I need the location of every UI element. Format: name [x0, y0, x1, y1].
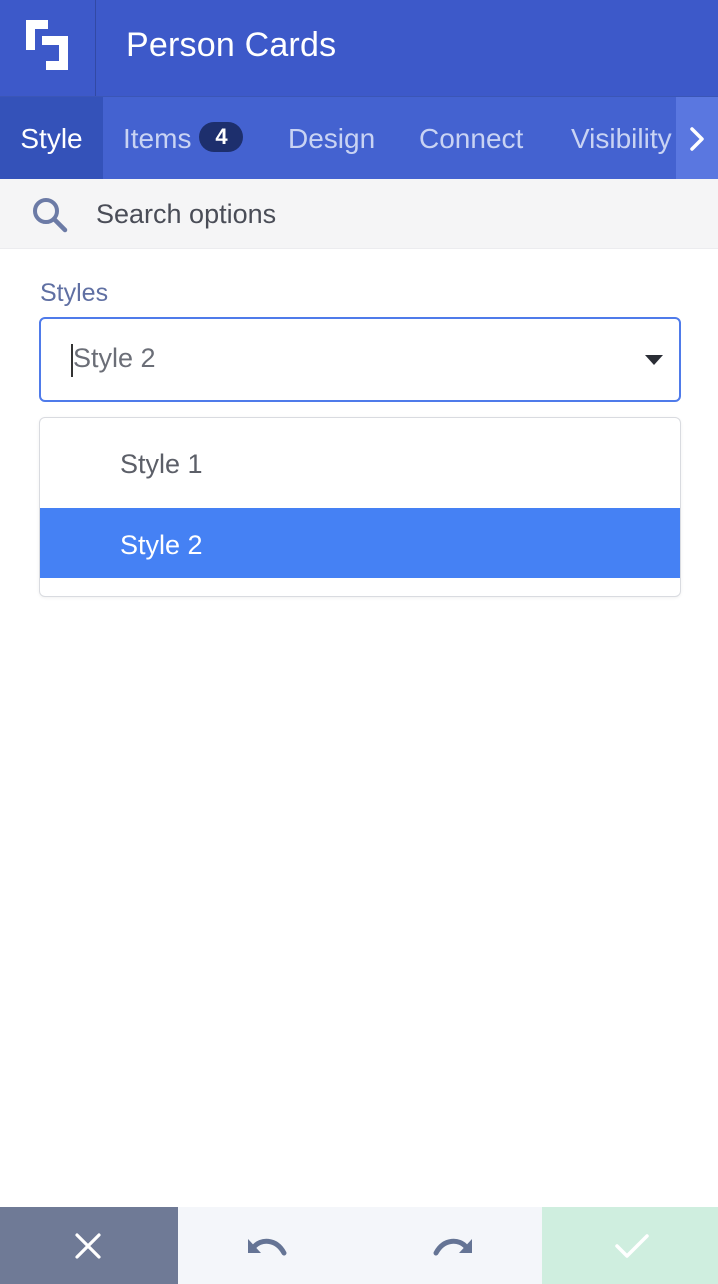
tab-design[interactable]: Design: [288, 97, 375, 179]
tabs-scroll-right-button[interactable]: [676, 97, 718, 179]
app-header: Person Cards: [0, 0, 718, 96]
redo-button[interactable]: [360, 1207, 542, 1284]
confirm-button[interactable]: [542, 1207, 718, 1284]
tab-items[interactable]: Items 4: [123, 97, 244, 179]
styles-label: Styles: [40, 279, 109, 307]
redo-icon: [433, 1238, 472, 1256]
tab-style[interactable]: Style: [0, 97, 103, 179]
tab-label: Connect: [419, 123, 524, 154]
search-input[interactable]: [96, 179, 696, 249]
styles-select[interactable]: Style 2: [39, 317, 681, 402]
items-count-badge: 4: [199, 122, 244, 152]
undo-button[interactable]: [178, 1207, 360, 1284]
tab-label: Style: [20, 123, 83, 154]
tab-visibility[interactable]: Visibility: [571, 97, 672, 179]
footer-toolbar: [0, 1207, 718, 1284]
caret-down-icon: [645, 355, 663, 365]
dropdown-option-style-1[interactable]: Style 1: [40, 418, 680, 508]
tab-label: Items: [123, 123, 192, 154]
styles-dropdown-menu: Style 1 Style 2: [39, 417, 681, 597]
cancel-button[interactable]: [0, 1207, 178, 1284]
undo-icon: [248, 1238, 287, 1256]
dropdown-option-style-2[interactable]: Style 2: [40, 508, 680, 578]
checkmark-icon: [615, 1234, 649, 1258]
tab-label: Design: [288, 123, 376, 154]
chevron-right-icon: [690, 127, 704, 151]
builder-logo-icon: [26, 20, 68, 70]
styles-select-value: Style 2: [73, 343, 156, 373]
page-title: Person Cards: [126, 26, 337, 64]
search-icon: [33, 198, 68, 233]
tab-bar: Style Items 4 Design Connect Visibility: [0, 96, 718, 179]
search-bar: [0, 179, 718, 249]
logo: [0, 0, 96, 96]
tab-label: Visibility: [571, 123, 672, 154]
close-icon: [75, 1233, 101, 1259]
tab-connect[interactable]: Connect: [419, 97, 523, 179]
